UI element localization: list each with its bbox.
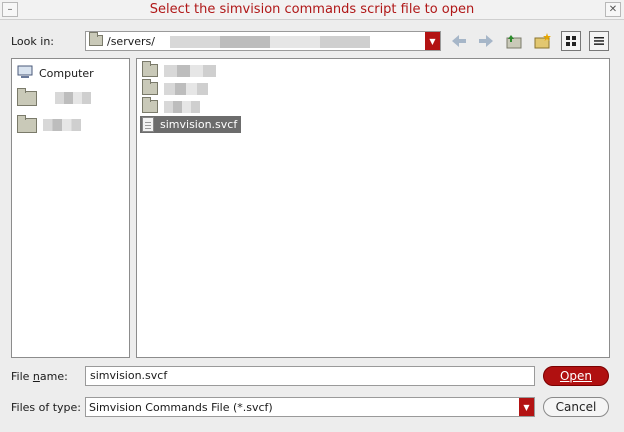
close-button[interactable]: ✕ xyxy=(605,2,621,17)
file-name-label: File name: xyxy=(11,370,68,383)
chevron-down-icon[interactable]: ▼ xyxy=(519,398,534,416)
file-name-input[interactable]: simvision.svcf xyxy=(85,366,535,386)
files-of-type-value: Simvision Commands File (*.svcf) xyxy=(89,401,273,414)
sidebar-item-folder[interactable] xyxy=(17,114,81,134)
folder-icon xyxy=(142,79,158,95)
places-sidebar: Computer xyxy=(11,58,130,358)
back-icon[interactable] xyxy=(449,31,469,51)
current-path: /servers/ xyxy=(107,35,155,48)
sidebar-item-folder[interactable] xyxy=(17,87,91,107)
redacted-label xyxy=(164,64,216,77)
redacted-label xyxy=(55,92,91,104)
look-in-label: Look in: xyxy=(11,35,54,48)
file-icon xyxy=(142,117,154,132)
open-button[interactable]: Open xyxy=(543,366,609,386)
sidebar-item-label: Computer xyxy=(39,66,94,80)
redacted-label xyxy=(164,100,200,113)
folder-icon xyxy=(89,32,103,49)
folder-icon xyxy=(142,61,158,77)
sidebar-item-computer[interactable]: Computer xyxy=(17,64,94,82)
redacted-label xyxy=(43,119,81,131)
splitter-handle[interactable] xyxy=(130,58,135,358)
files-of-type-select[interactable]: Simvision Commands File (*.svcf) ▼ xyxy=(85,397,535,417)
folder-icon xyxy=(17,114,37,133)
chevron-down-icon[interactable]: ▼ xyxy=(425,32,440,50)
files-of-type-label: Files of type: xyxy=(11,401,82,414)
forward-icon[interactable] xyxy=(476,31,496,51)
minimize-button[interactable]: – xyxy=(2,2,18,17)
folder-icon xyxy=(17,87,37,106)
list-item-selected[interactable]: simvision.svcf xyxy=(140,116,242,133)
look-in-combo[interactable]: /servers/ ▼ xyxy=(85,31,441,51)
icon-view-icon[interactable] xyxy=(561,31,581,51)
dialog-title: Select the simvision commands script fil… xyxy=(149,2,475,17)
computer-icon xyxy=(17,65,33,82)
file-list: simvision.svcf xyxy=(136,58,610,358)
list-item[interactable] xyxy=(140,61,220,79)
list-item[interactable] xyxy=(140,97,204,115)
list-item[interactable] xyxy=(140,79,212,97)
folder-icon xyxy=(142,97,158,113)
file-name-label: simvision.svcf xyxy=(160,118,238,131)
title-bar: Select the simvision commands script fil… xyxy=(0,0,624,20)
cancel-button[interactable]: Cancel xyxy=(543,397,609,417)
redacted-path xyxy=(170,36,370,48)
new-folder-icon[interactable] xyxy=(532,31,552,51)
redacted-label xyxy=(164,82,208,95)
list-view-icon[interactable] xyxy=(589,31,609,51)
up-folder-icon[interactable] xyxy=(504,31,524,51)
